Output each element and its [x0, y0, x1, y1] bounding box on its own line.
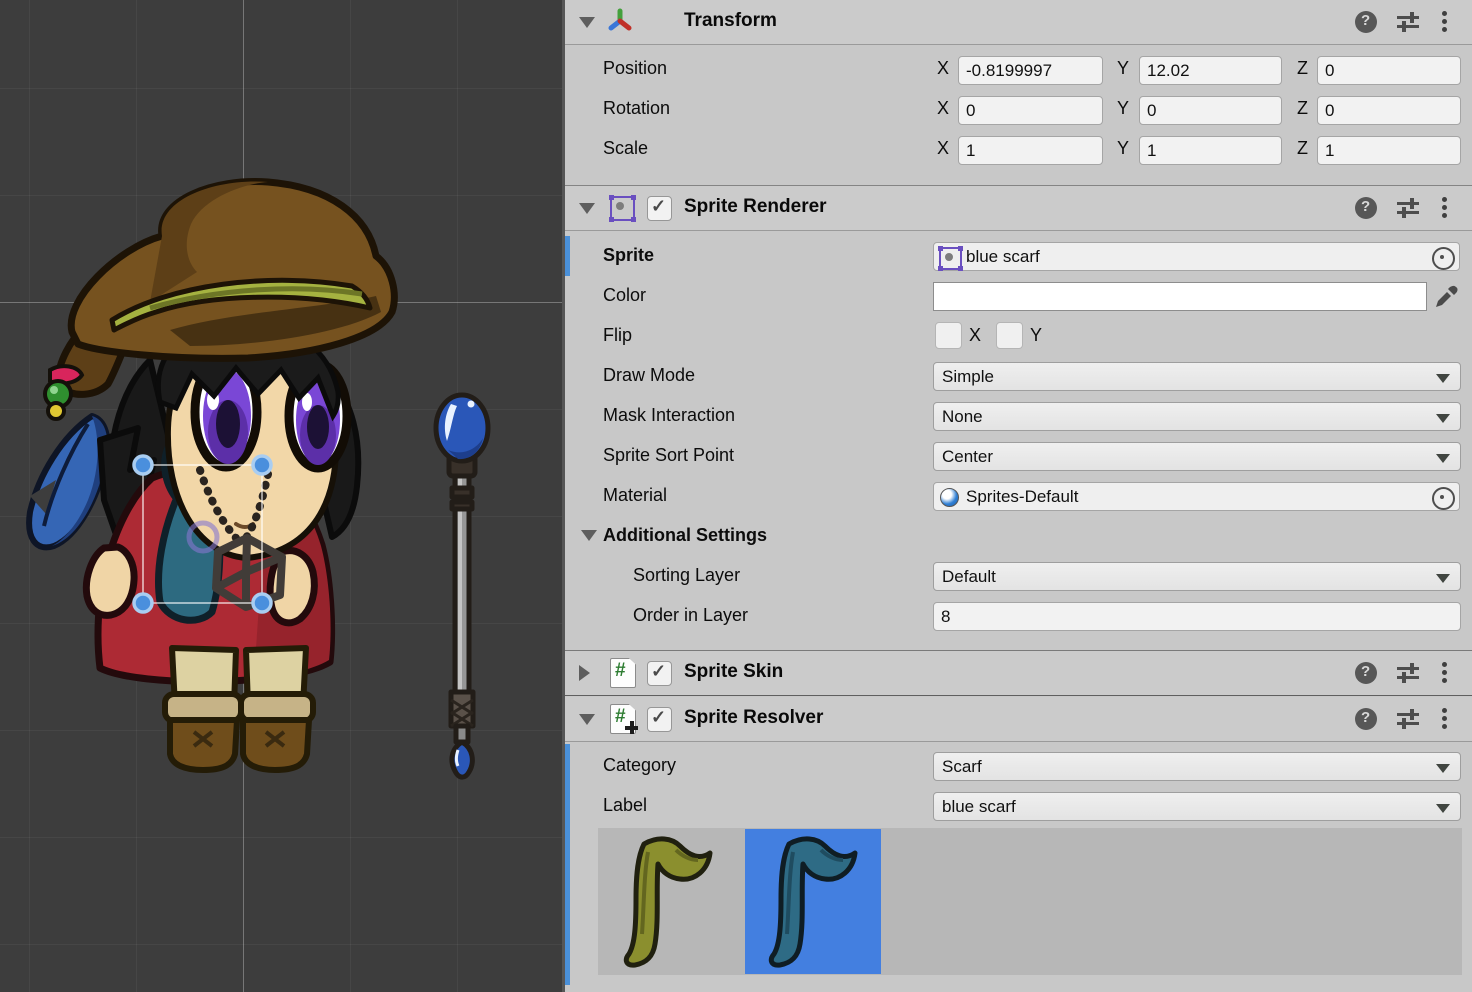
- sprite-renderer-enabled-checkbox[interactable]: [647, 196, 672, 221]
- more-menu-icon[interactable]: [1442, 708, 1447, 730]
- flip-y-label: Y: [1030, 325, 1042, 346]
- sprite-variant-strip: [598, 828, 1462, 975]
- axis-z-label: Z: [1297, 98, 1308, 119]
- transform-header[interactable]: Transform: [565, 0, 1472, 45]
- sprite-sort-point-label: Sprite Sort Point: [603, 445, 734, 466]
- staff-sprite: [436, 395, 488, 777]
- position-x-field[interactable]: -0.8199997: [958, 56, 1103, 85]
- sprite-skin-foldout[interactable]: [579, 665, 590, 681]
- presets-icon[interactable]: [1397, 198, 1419, 218]
- flip-x-label: X: [969, 325, 981, 346]
- more-menu-icon[interactable]: [1442, 11, 1447, 33]
- more-menu-icon[interactable]: [1442, 197, 1447, 219]
- mask-interaction-label: Mask Interaction: [603, 405, 735, 426]
- sorting-layer-label: Sorting Layer: [633, 565, 740, 586]
- position-y-field[interactable]: 12.02: [1139, 56, 1282, 85]
- object-picker-icon[interactable]: [1432, 487, 1455, 510]
- rotation-label: Rotation: [603, 98, 670, 119]
- label-label: Label: [603, 795, 647, 816]
- mask-interaction-dropdown[interactable]: None: [933, 402, 1461, 431]
- axis-z-label: Z: [1297, 138, 1308, 159]
- scale-x-field[interactable]: 1: [958, 136, 1103, 165]
- flip-label: Flip: [603, 325, 632, 346]
- presets-icon[interactable]: [1397, 12, 1419, 32]
- sprite-renderer-foldout[interactable]: [579, 203, 595, 214]
- help-icon[interactable]: [1355, 708, 1377, 730]
- order-in-layer-field[interactable]: 8: [933, 602, 1461, 631]
- flip-y-checkbox[interactable]: [996, 322, 1023, 349]
- sprite-skin-header[interactable]: Sprite Skin: [565, 651, 1472, 696]
- sprite-skin-enabled-checkbox[interactable]: [647, 661, 672, 686]
- axis-x-label: X: [937, 138, 949, 159]
- sprite-resolver-title: Sprite Resolver: [684, 707, 823, 729]
- help-icon[interactable]: [1355, 662, 1377, 684]
- sprite-renderer-icon: [610, 196, 635, 221]
- scale-z-field[interactable]: 1: [1317, 136, 1461, 165]
- help-icon[interactable]: [1355, 197, 1377, 219]
- color-label: Color: [603, 285, 646, 306]
- selection-handle[interactable]: [253, 594, 271, 612]
- thumbnail-blue-scarf-selected[interactable]: [745, 829, 881, 974]
- sprite-resolver-enabled-checkbox[interactable]: [647, 707, 672, 732]
- rotation-x-field[interactable]: 0: [958, 96, 1103, 125]
- selection-handle[interactable]: [134, 456, 152, 474]
- rotation-z-field[interactable]: 0: [1317, 96, 1461, 125]
- axis-x-label: X: [937, 58, 949, 79]
- eyedropper-icon[interactable]: [1433, 284, 1459, 310]
- category-label: Category: [603, 755, 676, 776]
- scale-y-field[interactable]: 1: [1139, 136, 1282, 165]
- plus-badge-icon: [625, 721, 638, 734]
- presets-icon[interactable]: [1397, 709, 1419, 729]
- sprite-skin-title: Sprite Skin: [684, 661, 783, 683]
- prefab-override-bar: [565, 236, 570, 276]
- order-in-layer-label: Order in Layer: [633, 605, 748, 626]
- additional-settings-foldout[interactable]: [581, 530, 597, 541]
- axis-x-label: X: [937, 98, 949, 119]
- scene-view[interactable]: [0, 0, 562, 992]
- draw-mode-label: Draw Mode: [603, 365, 695, 386]
- sprite-object-field[interactable]: blue scarf: [933, 242, 1460, 271]
- sprite-renderer-title: Sprite Renderer: [684, 196, 827, 218]
- position-z-field[interactable]: 0: [1317, 56, 1461, 85]
- transform-icon: [607, 8, 633, 34]
- selection-handle[interactable]: [134, 594, 152, 612]
- additional-settings-label: Additional Settings: [603, 525, 767, 546]
- thumbnail-green-scarf[interactable]: [600, 829, 736, 974]
- draw-mode-dropdown[interactable]: Simple: [933, 362, 1461, 391]
- sprite-resolver-header[interactable]: Sprite Resolver: [565, 697, 1472, 742]
- sprite-resolver-foldout[interactable]: [579, 714, 595, 725]
- sprite-skin-script-icon: [610, 658, 636, 688]
- label-dropdown[interactable]: blue scarf: [933, 792, 1461, 821]
- sprite-label: Sprite: [603, 245, 654, 266]
- material-sphere-icon: [940, 488, 959, 507]
- unity-editor-window: Transform Position X -0.8199997 Y 12.02 …: [0, 0, 1472, 992]
- prefab-override-bar: [565, 744, 570, 985]
- object-picker-icon[interactable]: [1432, 247, 1455, 270]
- axis-y-label: Y: [1117, 58, 1129, 79]
- sprite-thumbnail-icon: [939, 247, 962, 270]
- more-menu-icon[interactable]: [1442, 662, 1447, 684]
- sprite-sort-point-dropdown[interactable]: Center: [933, 442, 1461, 471]
- material-label: Material: [603, 485, 667, 506]
- flip-x-checkbox[interactable]: [935, 322, 962, 349]
- sorting-layer-dropdown[interactable]: Default: [933, 562, 1461, 591]
- selection-handle[interactable]: [253, 456, 271, 474]
- sprite-renderer-header[interactable]: Sprite Renderer: [565, 186, 1472, 231]
- position-label: Position: [603, 58, 667, 79]
- color-swatch[interactable]: [933, 282, 1427, 311]
- axis-y-label: Y: [1117, 138, 1129, 159]
- rotation-y-field[interactable]: 0: [1139, 96, 1282, 125]
- presets-icon[interactable]: [1397, 663, 1419, 683]
- category-dropdown[interactable]: Scarf: [933, 752, 1461, 781]
- transform-foldout[interactable]: [579, 17, 595, 28]
- material-object-field[interactable]: Sprites-Default: [933, 482, 1460, 511]
- scale-label: Scale: [603, 138, 648, 159]
- axis-z-label: Z: [1297, 58, 1308, 79]
- transform-title: Transform: [684, 10, 777, 32]
- character-sprite[interactable]: [0, 0, 562, 992]
- inspector-panel: Transform Position X -0.8199997 Y 12.02 …: [565, 0, 1472, 992]
- help-icon[interactable]: [1355, 11, 1377, 33]
- axis-y-label: Y: [1117, 98, 1129, 119]
